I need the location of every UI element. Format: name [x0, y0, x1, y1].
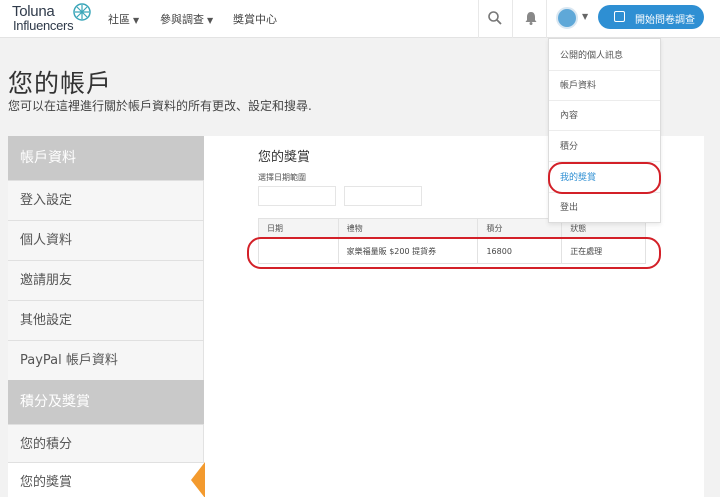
nav-surveys[interactable]: 參與調查 ▼	[160, 11, 213, 27]
menu-item-logout[interactable]: 登出	[549, 193, 660, 223]
sidebar-heading-points-rewards: 積分及獎賞	[8, 380, 204, 424]
checkbox-icon	[614, 11, 625, 22]
menu-item-account[interactable]: 帳戶資料	[549, 71, 660, 101]
date-from-input[interactable]	[258, 186, 336, 206]
column-header-date: 日期	[258, 218, 339, 239]
user-menu-dropdown: 公開的個人訊息 帳戶資料 內容 積分 我的獎賞 登出	[548, 38, 661, 223]
start-survey-label: 開始問卷調查	[635, 15, 695, 26]
page-title: 您的帳戶	[8, 69, 113, 98]
logo-line2: Influencers	[13, 18, 74, 33]
chevron-down-icon[interactable]: ▼	[582, 12, 588, 21]
page-subtitle: 您可以在這裡進行關於帳戶資料的所有更改、設定和搜尋.	[8, 99, 312, 113]
divider	[512, 0, 513, 38]
chevron-down-icon: ▼	[133, 16, 140, 25]
top-navbar: Toluna Influencers 社區 ▼ 參與調查 ▼ 獎賞中心 ▼ 開始問卷…	[0, 0, 720, 38]
nav-surveys-label: 參與調查	[160, 13, 204, 26]
sidebar: 帳戶資料 登入設定 個人資料 邀請朋友 其他設定 PayPal 帳戶資料 積分及…	[8, 136, 204, 497]
sidebar-item-my-points[interactable]: 您的積分	[8, 424, 204, 464]
sidebar-item-my-rewards[interactable]: 您的獎賞	[8, 462, 204, 497]
menu-item-public-profile[interactable]: 公開的個人訊息	[549, 41, 660, 71]
sidebar-item-paypal[interactable]: PayPal 帳戶資料	[8, 340, 204, 380]
annotation-oval-menu	[548, 162, 661, 194]
logo-mark-icon	[73, 3, 91, 21]
search-icon[interactable]	[486, 9, 504, 27]
sidebar-heading-account: 帳戶資料	[8, 136, 204, 180]
column-header-gift: 禮物	[337, 218, 479, 239]
sidebar-item-profile[interactable]: 個人資料	[8, 220, 204, 260]
sidebar-item-invite-friends[interactable]: 邀請朋友	[8, 260, 204, 300]
nav-community[interactable]: 社區 ▼	[108, 11, 139, 27]
chevron-down-icon: ▼	[207, 16, 214, 25]
start-survey-button[interactable]: 開始問卷調查	[598, 5, 704, 29]
sidebar-item-other-settings[interactable]: 其他設定	[8, 300, 204, 340]
menu-item-points[interactable]: 積分	[549, 132, 660, 162]
active-indicator	[191, 462, 205, 497]
nav-rewards-center[interactable]: 獎賞中心	[233, 11, 277, 27]
divider	[546, 0, 547, 38]
avatar[interactable]	[556, 7, 578, 29]
rewards-title: 您的獎賞	[258, 150, 311, 165]
menu-item-content[interactable]: 內容	[549, 101, 660, 131]
bell-icon[interactable]	[522, 9, 540, 27]
sidebar-item-login-settings[interactable]: 登入設定	[8, 180, 204, 220]
annotation-oval-row	[247, 237, 661, 269]
nav-rewards-center-label: 獎賞中心	[233, 13, 277, 26]
date-to-input[interactable]	[344, 186, 422, 206]
toluna-logo[interactable]: Toluna Influencers	[12, 3, 92, 35]
nav-community-label: 社區	[108, 13, 130, 26]
divider	[478, 0, 479, 38]
date-range-label: 選擇日期範圍	[258, 173, 306, 182]
